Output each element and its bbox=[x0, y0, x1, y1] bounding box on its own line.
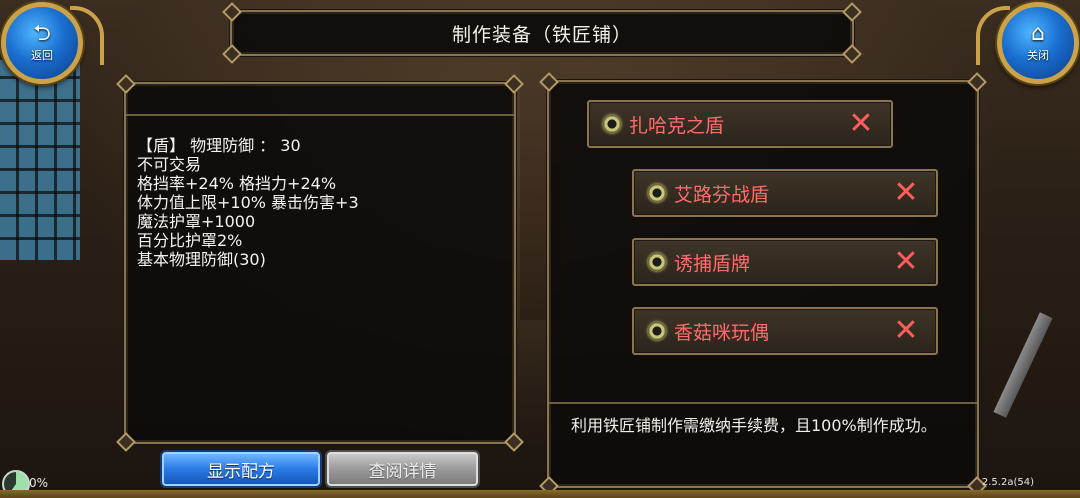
item-stats-panel: 【盾】 物理防御 ： 30 不可交易 格挡率+24% 格挡力+24% 体力值上限… bbox=[116, 74, 524, 452]
recipe-name: 诱捕盾牌 bbox=[674, 252, 751, 275]
close-button[interactable]: ⌂ 关闭 bbox=[997, 2, 1079, 84]
show-recipe-button[interactable]: 显示配方 bbox=[162, 452, 320, 486]
page-title: 制作装备（铁匠铺） bbox=[451, 23, 632, 46]
background-sword bbox=[993, 312, 1053, 418]
recipe-item-zahak-shield[interactable]: 扎哈克之盾 ✕ bbox=[587, 100, 893, 148]
recipe-ring-icon bbox=[648, 322, 666, 340]
recipe-name: 扎哈克之盾 bbox=[629, 114, 725, 137]
stat-line: 魔法护罩+1000 bbox=[137, 212, 256, 231]
panel-divider bbox=[126, 114, 514, 116]
home-icon: ⌂ bbox=[1031, 21, 1045, 46]
version-text: 2.5.2a(54) bbox=[981, 477, 1034, 488]
stat-line: 百分比护罩2% bbox=[137, 231, 243, 250]
item-stats-text: 【盾】 物理防御 ： 30 不可交易 格挡率+24% 格挡力+24% 体力值上限… bbox=[137, 136, 359, 269]
progress-text: 0% bbox=[29, 476, 49, 490]
recipe-ring-icon bbox=[648, 253, 666, 271]
recipe-name: 香菇咪玩偶 bbox=[674, 321, 770, 344]
recipe-item-trap-shield[interactable]: 诱捕盾牌 ✕ bbox=[632, 238, 938, 286]
back-button[interactable]: ⮌ 返回 bbox=[1, 2, 83, 84]
recipe-ring-icon bbox=[603, 115, 621, 133]
title-bar: 制作装备（铁匠铺） bbox=[222, 2, 862, 64]
background-window bbox=[0, 60, 80, 260]
remove-icon[interactable]: ✕ bbox=[886, 178, 926, 208]
close-label: 关闭 bbox=[1027, 49, 1049, 62]
recipe-name: 艾路芬战盾 bbox=[674, 183, 770, 206]
stat-line: 体力值上限+10% 暴击伤害+3 bbox=[137, 193, 359, 212]
recipe-item-mushroom-doll[interactable]: 香菇咪玩偶 ✕ bbox=[632, 307, 938, 355]
stat-line: 基本物理防御(30) bbox=[137, 250, 266, 269]
back-label: 返回 bbox=[31, 49, 53, 62]
view-details-button[interactable]: 查阅详情 bbox=[327, 452, 478, 486]
stat-line: 不可交易 bbox=[137, 155, 202, 174]
recipe-item-elfin-shield[interactable]: 艾路芬战盾 ✕ bbox=[632, 169, 938, 217]
recipe-ring-icon bbox=[648, 184, 666, 202]
bottom-border bbox=[0, 490, 1080, 498]
stat-line: 格挡率+24% 格挡力+24% bbox=[137, 174, 337, 193]
back-arrow-icon: ⮌ bbox=[33, 21, 51, 46]
stat-line: 【盾】 物理防御 ： 30 bbox=[137, 136, 301, 155]
panel-divider bbox=[549, 402, 977, 404]
recipe-panel: 扎哈克之盾 ✕ 艾路芬战盾 ✕ 诱捕盾牌 ✕ 香菇咪玩偶 ✕ 利用铁匠铺制作需缴… bbox=[539, 72, 987, 496]
crafting-note: 利用铁匠铺制作需缴纳手续费，且100%制作成功。 bbox=[571, 416, 937, 435]
remove-icon[interactable]: ✕ bbox=[841, 109, 881, 139]
remove-icon[interactable]: ✕ bbox=[886, 247, 926, 277]
remove-icon[interactable]: ✕ bbox=[886, 316, 926, 346]
